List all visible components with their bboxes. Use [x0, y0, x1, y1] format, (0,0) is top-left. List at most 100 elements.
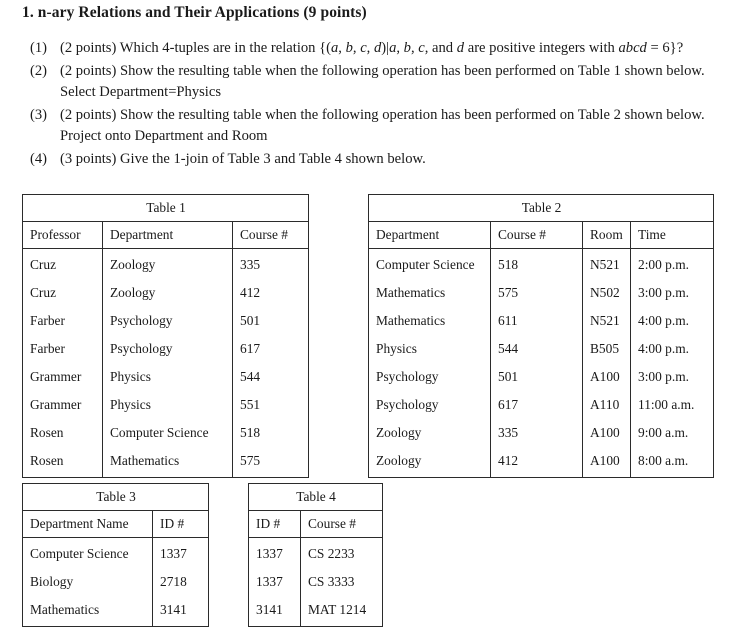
- cell-course: 575: [231, 447, 309, 478]
- cell-department: Mathematics: [376, 285, 446, 300]
- cell-id: 3141: [256, 602, 283, 617]
- problem-text-1b: )|: [381, 40, 390, 56]
- cell-time: 11:00 a.m.: [629, 391, 714, 419]
- cell-professor: Farber: [30, 313, 65, 328]
- cell-time: 4:00 p.m.: [629, 307, 714, 335]
- table-row: Psychology 617 A110 11:00 a.m.: [369, 391, 714, 419]
- cell-department: Physics: [102, 363, 233, 391]
- table-row: Zoology 412 A100 8:00 a.m.: [369, 447, 714, 478]
- points-label: (2 points): [60, 106, 117, 123]
- column-header-course: Course #: [231, 221, 309, 249]
- table-caption: Table 4: [248, 483, 383, 511]
- cell-department: Psychology: [102, 335, 233, 363]
- table-row: Cruz Zoology 412: [23, 279, 309, 307]
- math-cond-d: d: [456, 40, 465, 56]
- list-item: (1) (2 points) Which 4-tuples are in the…: [30, 38, 720, 60]
- cell-course: 611: [490, 307, 583, 335]
- cell-course: 518: [490, 248, 583, 279]
- table-row: 1337 CS 3333: [249, 568, 383, 596]
- points-label: (2 points): [60, 62, 117, 79]
- table-header-row: Department Name ID #: [22, 510, 209, 538]
- cell-course: 501: [231, 307, 309, 335]
- cell-course: 335: [231, 248, 309, 279]
- cell-course: 335: [490, 419, 583, 447]
- table-row: Mathematics 3141: [23, 596, 209, 627]
- cell-course: 518: [231, 419, 309, 447]
- cell-course: 617: [231, 335, 309, 363]
- list-item: (2) (2 points) Show the resulting table …: [30, 61, 720, 104]
- cell-department: Zoology: [102, 279, 233, 307]
- cell-course: 617: [490, 391, 583, 419]
- cell-id: 2718: [152, 568, 209, 596]
- cell-department: Zoology: [376, 425, 422, 440]
- cell-course: MAT 1214: [300, 596, 383, 627]
- problem-text-3: Show the resulting table when the follow…: [120, 106, 557, 123]
- column-header-time: Time: [629, 221, 714, 249]
- cell-department: Computer Science: [376, 257, 475, 272]
- cell-course: 501: [490, 363, 583, 391]
- cell-professor: Grammer: [30, 369, 82, 384]
- cell-department-name: Mathematics: [30, 602, 100, 617]
- page-title: 1. n-ary Relations and Their Application…: [22, 4, 367, 21]
- column-header-department: Department: [102, 221, 233, 249]
- cell-course: 544: [231, 363, 309, 391]
- cell-time: 2:00 p.m.: [629, 248, 714, 279]
- cell-professor: Rosen: [30, 453, 64, 468]
- math-cond-b: b: [403, 40, 411, 56]
- cell-course: 551: [231, 391, 309, 419]
- table-row: Computer Science 1337: [23, 537, 209, 568]
- list-item-marker: (1): [30, 40, 48, 56]
- problem-text-1a: Which 4-tuples are in the relation {(: [119, 40, 331, 56]
- table-row: Grammer Physics 544: [23, 363, 309, 391]
- list-item-body: (3 points) Give the 1-join of Table 3 an…: [60, 149, 720, 171]
- cell-room: A100: [582, 419, 631, 447]
- points-label: (3 points): [60, 150, 117, 167]
- cell-id: 3141: [152, 596, 209, 627]
- cell-professor: Rosen: [30, 425, 64, 440]
- problem-text-1c: , and: [424, 40, 457, 56]
- table-row: Computer Science 518 N521 2:00 p.m.: [369, 248, 714, 279]
- table-3: Table 3 Department Name ID # Computer Sc…: [22, 483, 209, 627]
- cell-time: 9:00 a.m.: [629, 419, 714, 447]
- table-caption-row: Table 4: [248, 483, 383, 511]
- list-item-marker: (4): [30, 150, 48, 167]
- cell-department: Zoology: [102, 248, 233, 279]
- cell-course: 412: [490, 447, 583, 478]
- math-sep-1: ,: [338, 40, 346, 56]
- table-caption-row: Table 1: [22, 194, 309, 222]
- table-row: 1337 CS 2233: [249, 537, 383, 568]
- problem-text-1e: = 6}?: [646, 40, 684, 56]
- cell-department: Computer Science: [102, 419, 233, 447]
- table-1: Table 1 Professor Department Course # Cr…: [22, 194, 310, 478]
- column-header-course: Course #: [490, 221, 583, 249]
- cell-room: A100: [582, 447, 631, 478]
- cell-department: Mathematics: [376, 313, 446, 328]
- cell-id: 1337: [256, 574, 283, 589]
- table-row: Rosen Mathematics 575: [23, 447, 309, 478]
- table-row: Farber Psychology 501: [23, 307, 309, 335]
- problem-text-2: Show the resulting table when the follow…: [120, 62, 557, 79]
- cell-room: N502: [582, 279, 631, 307]
- table-header-row: Professor Department Course #: [22, 221, 309, 249]
- cell-department-name: Biology: [30, 574, 74, 589]
- table-row: Cruz Zoology 335: [23, 248, 309, 279]
- table-row: Biology 2718: [23, 568, 209, 596]
- table-caption: Table 2: [368, 194, 714, 222]
- cell-course: 412: [231, 279, 309, 307]
- table-3-body: Table 3 Department Name ID # Computer Sc…: [22, 483, 209, 627]
- problem-list: (1) (2 points) Which 4-tuples are in the…: [30, 38, 720, 171]
- table-caption-row: Table 2: [368, 194, 714, 222]
- list-item-body: (2 points) Which 4-tuples are in the rel…: [60, 38, 720, 60]
- table-row: Mathematics 575 N502 3:00 p.m.: [369, 279, 714, 307]
- document-page: 1. n-ary Relations and Their Application…: [0, 0, 729, 632]
- table-caption: Table 1: [22, 194, 309, 222]
- table-caption-row: Table 3: [22, 483, 209, 511]
- column-header-department-name: Department Name: [22, 510, 153, 538]
- cell-time: 8:00 a.m.: [629, 447, 714, 478]
- table-4: Table 4 ID # Course # 1337 CS 2233 1337 …: [248, 483, 383, 627]
- cell-course: 544: [490, 335, 583, 363]
- column-header-course: Course #: [300, 510, 383, 538]
- cell-department: Physics: [102, 391, 233, 419]
- table-row: Psychology 501 A100 3:00 p.m.: [369, 363, 714, 391]
- cell-room: A100: [582, 363, 631, 391]
